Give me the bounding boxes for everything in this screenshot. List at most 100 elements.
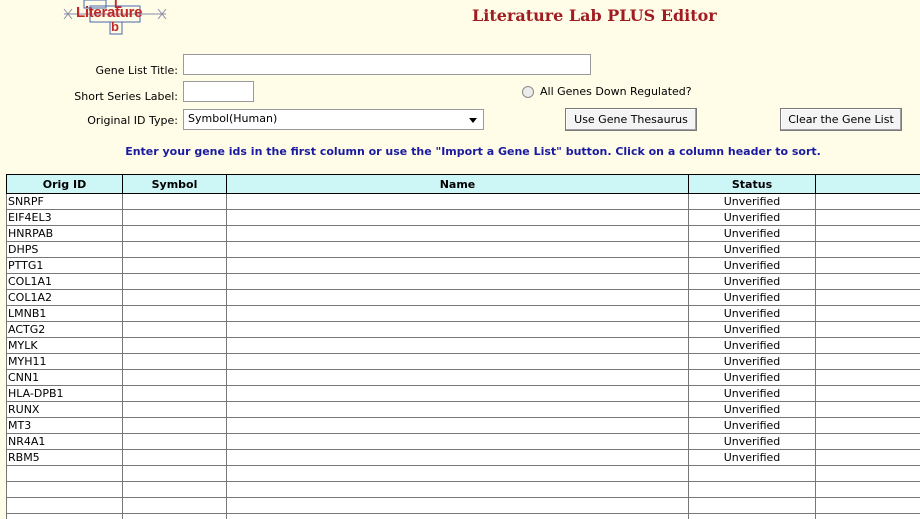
extra-cell[interactable] <box>815 369 920 386</box>
symbol-cell[interactable] <box>122 465 227 482</box>
extra-cell[interactable] <box>815 193 920 210</box>
extra-cell[interactable] <box>815 513 920 519</box>
name-cell[interactable] <box>226 401 689 418</box>
column-header-symbol[interactable]: Symbol <box>122 174 227 194</box>
orig-id-cell[interactable] <box>6 481 123 498</box>
column-header-orig-id[interactable]: Orig ID <box>6 174 123 194</box>
orig-id-cell[interactable]: DHPS <box>6 241 123 258</box>
orig-id-cell[interactable]: NR4A1 <box>6 433 123 450</box>
table-row[interactable]: COL1A1 Unverified <box>6 273 920 290</box>
table-row[interactable] <box>6 497 920 514</box>
orig-id-cell[interactable]: SNRPF <box>6 193 123 210</box>
table-row[interactable]: HNRPAB Unverified <box>6 225 920 242</box>
name-cell[interactable] <box>226 273 689 290</box>
orig-id-cell[interactable]: RUNX <box>6 401 123 418</box>
orig-id-cell[interactable] <box>6 513 123 519</box>
extra-cell[interactable] <box>815 337 920 354</box>
all-genes-down-radio[interactable] <box>522 86 534 98</box>
name-cell[interactable] <box>226 257 689 274</box>
column-header-status[interactable]: Status <box>688 174 816 194</box>
column-header-name[interactable]: Name <box>226 174 689 194</box>
extra-cell[interactable] <box>815 257 920 274</box>
gene-grid[interactable]: Orig ID Symbol Name Status SNRPF Unverifi… <box>6 174 920 519</box>
table-row[interactable] <box>6 465 920 482</box>
status-cell[interactable]: Unverified <box>688 337 816 354</box>
symbol-cell[interactable] <box>122 401 227 418</box>
status-cell[interactable]: Unverified <box>688 433 816 450</box>
symbol-cell[interactable] <box>122 449 227 466</box>
orig-id-cell[interactable]: COL1A2 <box>6 289 123 306</box>
symbol-cell[interactable] <box>122 337 227 354</box>
symbol-cell[interactable] <box>122 497 227 514</box>
name-cell[interactable] <box>226 289 689 306</box>
name-cell[interactable] <box>226 241 689 258</box>
name-cell[interactable] <box>226 433 689 450</box>
table-row[interactable]: EIF4EL3 Unverified <box>6 209 920 226</box>
symbol-cell[interactable] <box>122 369 227 386</box>
table-row[interactable]: MYLK Unverified <box>6 337 920 354</box>
status-cell[interactable] <box>688 497 816 514</box>
status-cell[interactable]: Unverified <box>688 193 816 210</box>
table-row[interactable]: MYH11 Unverified <box>6 353 920 370</box>
extra-cell[interactable] <box>815 289 920 306</box>
symbol-cell[interactable] <box>122 433 227 450</box>
extra-cell[interactable] <box>815 225 920 242</box>
orig-id-cell[interactable] <box>6 497 123 514</box>
status-cell[interactable]: Unverified <box>688 273 816 290</box>
extra-cell[interactable] <box>815 241 920 258</box>
symbol-cell[interactable] <box>122 481 227 498</box>
extra-cell[interactable] <box>815 401 920 418</box>
orig-id-cell[interactable]: MYLK <box>6 337 123 354</box>
orig-id-cell[interactable]: LMNB1 <box>6 305 123 322</box>
use-gene-thesaurus-button[interactable]: Use Gene Thesaurus <box>565 108 697 131</box>
symbol-cell[interactable] <box>122 305 227 322</box>
name-cell[interactable] <box>226 465 689 482</box>
name-cell[interactable] <box>226 417 689 434</box>
name-cell[interactable] <box>226 305 689 322</box>
status-cell[interactable]: Unverified <box>688 257 816 274</box>
table-row[interactable]: RBM5 Unverified <box>6 449 920 466</box>
status-cell[interactable]: Unverified <box>688 449 816 466</box>
symbol-cell[interactable] <box>122 353 227 370</box>
status-cell[interactable]: Unverified <box>688 353 816 370</box>
orig-id-cell[interactable]: ACTG2 <box>6 321 123 338</box>
extra-cell[interactable] <box>815 497 920 514</box>
symbol-cell[interactable] <box>122 193 227 210</box>
name-cell[interactable] <box>226 497 689 514</box>
extra-cell[interactable] <box>815 465 920 482</box>
name-cell[interactable] <box>226 193 689 210</box>
status-cell[interactable]: Unverified <box>688 241 816 258</box>
name-cell[interactable] <box>226 513 689 519</box>
extra-cell[interactable] <box>815 481 920 498</box>
table-row[interactable]: NR4A1 Unverified <box>6 433 920 450</box>
status-cell[interactable]: Unverified <box>688 401 816 418</box>
extra-cell[interactable] <box>815 417 920 434</box>
status-cell[interactable]: Unverified <box>688 225 816 242</box>
extra-cell[interactable] <box>815 449 920 466</box>
symbol-cell[interactable] <box>122 417 227 434</box>
extra-cell[interactable] <box>815 321 920 338</box>
extra-cell[interactable] <box>815 209 920 226</box>
extra-cell[interactable] <box>815 305 920 322</box>
table-row[interactable] <box>6 513 920 519</box>
status-cell[interactable] <box>688 513 816 519</box>
name-cell[interactable] <box>226 337 689 354</box>
orig-id-cell[interactable]: PTTG1 <box>6 257 123 274</box>
table-row[interactable]: SNRPF Unverified <box>6 193 920 210</box>
table-row[interactable]: COL1A2 Unverified <box>6 289 920 306</box>
status-cell[interactable]: Unverified <box>688 289 816 306</box>
orig-id-cell[interactable]: CNN1 <box>6 369 123 386</box>
name-cell[interactable] <box>226 321 689 338</box>
name-cell[interactable] <box>226 385 689 402</box>
symbol-cell[interactable] <box>122 289 227 306</box>
extra-cell[interactable] <box>815 273 920 290</box>
table-row[interactable]: DHPS Unverified <box>6 241 920 258</box>
extra-cell[interactable] <box>815 385 920 402</box>
name-cell[interactable] <box>226 481 689 498</box>
symbol-cell[interactable] <box>122 513 227 519</box>
name-cell[interactable] <box>226 225 689 242</box>
status-cell[interactable]: Unverified <box>688 209 816 226</box>
symbol-cell[interactable] <box>122 209 227 226</box>
clear-gene-list-button[interactable]: Clear the Gene List <box>780 108 902 131</box>
extra-cell[interactable] <box>815 353 920 370</box>
